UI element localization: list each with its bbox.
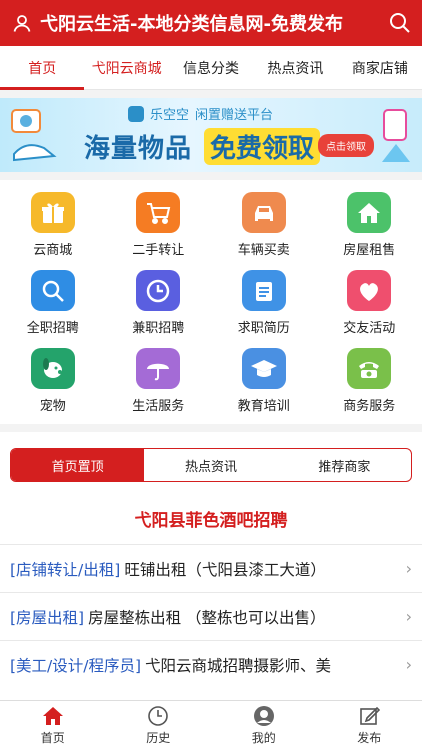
- list-item[interactable]: [美工/设计/程序员] 弋阳云商城招聘摄影师、美 ›: [0, 640, 422, 688]
- brand-name: 乐空空: [150, 108, 190, 123]
- category-parttime-jobs[interactable]: 兼职招聘: [106, 264, 212, 336]
- banner-headline: 海量物品 免费领取: [84, 128, 321, 165]
- tab-hot-news[interactable]: 热点资讯: [253, 46, 337, 89]
- post-title: 弋阳云商城招聘摄影师、美: [145, 656, 332, 675]
- edit-icon: [360, 706, 381, 725]
- category-housing[interactable]: 房屋租售: [317, 186, 422, 258]
- cart-icon: [136, 192, 181, 233]
- nav-label: 我的: [251, 731, 276, 745]
- headline-part-1: 海量物品: [84, 134, 193, 164]
- tab-mall[interactable]: 弋阳云商城: [84, 46, 168, 89]
- list-item[interactable]: [房屋出租] 房屋整栋出租 （整栋也可以出售） ›: [0, 592, 422, 640]
- home-icon: [42, 707, 63, 725]
- divider: [0, 172, 422, 180]
- phone-icon: [347, 348, 392, 389]
- heart-people-icon: [347, 270, 392, 311]
- promo-banner[interactable]: 乐空空 闲置赠送平台 海量物品 免费领取 点击领取: [0, 98, 422, 172]
- chevron-right-icon: ›: [405, 559, 412, 578]
- bottom-nav: 首页 历史 我的 发布: [0, 700, 422, 750]
- category-label: 交友活动: [343, 321, 396, 336]
- clock-icon: [136, 270, 181, 311]
- category-grid: 云商城 二手转让 车辆买卖 房屋租售 全职招聘 兼职招聘 求职简历 交友活动 宠…: [0, 186, 422, 414]
- category-label: 全职招聘: [26, 321, 79, 336]
- category-education[interactable]: 教育培训: [211, 342, 317, 414]
- category-label: 二手转让: [132, 243, 185, 258]
- divider: [0, 424, 422, 432]
- brand-slogan: 闲置赠送平台: [195, 108, 274, 123]
- post-title: 房屋整栋出租 （整栋也可以出售）: [88, 608, 326, 627]
- car-icon: [241, 192, 286, 233]
- nav-label: 历史: [146, 731, 171, 745]
- category-pets[interactable]: 宠物: [0, 342, 106, 414]
- chevron-right-icon: ›: [405, 607, 412, 626]
- post-title: 旺铺出租（弋阳县漆工大道）: [124, 560, 326, 579]
- seg-top-posts[interactable]: 首页置顶: [11, 449, 145, 481]
- search-person-icon: [30, 270, 75, 311]
- banner-brand: 乐空空 闲置赠送平台: [128, 104, 273, 123]
- nav-publish[interactable]: 发布: [317, 701, 422, 750]
- seg-recommended-shops[interactable]: 推荐商家: [278, 449, 411, 481]
- category-life-services[interactable]: 生活服务: [106, 342, 212, 414]
- post-category: [房屋出租]: [10, 608, 85, 627]
- tab-categories[interactable]: 信息分类: [169, 46, 253, 89]
- category-vehicles[interactable]: 车辆买卖: [211, 186, 317, 258]
- tab-home[interactable]: 首页: [0, 46, 85, 90]
- headline-part-2: 免费领取: [204, 128, 321, 165]
- category-label: 商务服务: [343, 399, 396, 414]
- banner-decoration-left: [11, 109, 57, 162]
- graduation-icon: [241, 348, 286, 389]
- category-label: 生活服务: [132, 399, 185, 414]
- nav-profile[interactable]: 我的: [211, 701, 317, 750]
- dog-icon: [30, 348, 75, 389]
- post-list: [店铺转让/出租] 旺铺出租（弋阳县漆工大道） › [房屋出租] 房屋整栋出租 …: [0, 544, 422, 688]
- nav-label: 发布: [357, 731, 382, 745]
- house-icon: [347, 192, 392, 233]
- tab-shops[interactable]: 商家店铺: [338, 46, 422, 89]
- category-label: 兼职招聘: [132, 321, 185, 336]
- nav-home[interactable]: 首页: [0, 701, 106, 750]
- category-label: 求职简历: [237, 321, 290, 336]
- category-label: 车辆买卖: [237, 243, 290, 258]
- user-icon[interactable]: [10, 11, 34, 35]
- category-label: 云商城: [33, 243, 73, 258]
- header-title-text: 弋阳云生活-本地分类信息网-免费发布: [40, 14, 343, 35]
- brand-logo-icon: [128, 105, 144, 122]
- category-secondhand[interactable]: 二手转让: [106, 186, 212, 258]
- profile-icon: [253, 706, 274, 726]
- category-social[interactable]: 交友活动: [317, 264, 422, 336]
- category-label: 宠物: [39, 399, 66, 414]
- top-tabs: 首页 弋阳云商城 信息分类 热点资讯 商家店铺: [0, 46, 422, 90]
- app-header: 弋阳云生活-本地分类信息网-免费发布: [0, 0, 422, 46]
- header-title: 弋阳云生活-本地分类信息网-免费发布: [10, 10, 343, 36]
- category-business[interactable]: 商务服务: [317, 342, 422, 414]
- search-icon[interactable]: [388, 11, 412, 35]
- list-item[interactable]: [店铺转让/出租] 旺铺出租（弋阳县漆工大道） ›: [0, 544, 422, 592]
- umbrella-icon: [136, 348, 181, 389]
- chevron-right-icon: ›: [405, 655, 412, 674]
- seg-hot-news[interactable]: 热点资讯: [144, 449, 277, 481]
- divider: [0, 90, 422, 98]
- banner-decoration-right: [382, 109, 410, 162]
- category-fulltime-jobs[interactable]: 全职招聘: [0, 264, 106, 336]
- post-category: [美工/设计/程序员]: [10, 656, 142, 675]
- section-switcher: 首页置顶 热点资讯 推荐商家: [10, 448, 412, 482]
- resume-icon: [241, 270, 286, 311]
- featured-post-title[interactable]: 弋阳县菲色酒吧招聘: [0, 506, 422, 531]
- category-label: 教育培训: [237, 399, 290, 414]
- category-label: 房屋租售: [343, 243, 396, 258]
- nav-history[interactable]: 历史: [106, 701, 212, 750]
- banner-cta-button[interactable]: 点击领取: [318, 134, 374, 157]
- category-resumes[interactable]: 求职简历: [211, 264, 317, 336]
- nav-label: 首页: [40, 731, 65, 745]
- category-mall[interactable]: 云商城: [0, 186, 106, 258]
- history-clock-icon: [148, 706, 169, 726]
- gift-icon: [30, 192, 75, 233]
- post-category: [店铺转让/出租]: [10, 560, 121, 579]
